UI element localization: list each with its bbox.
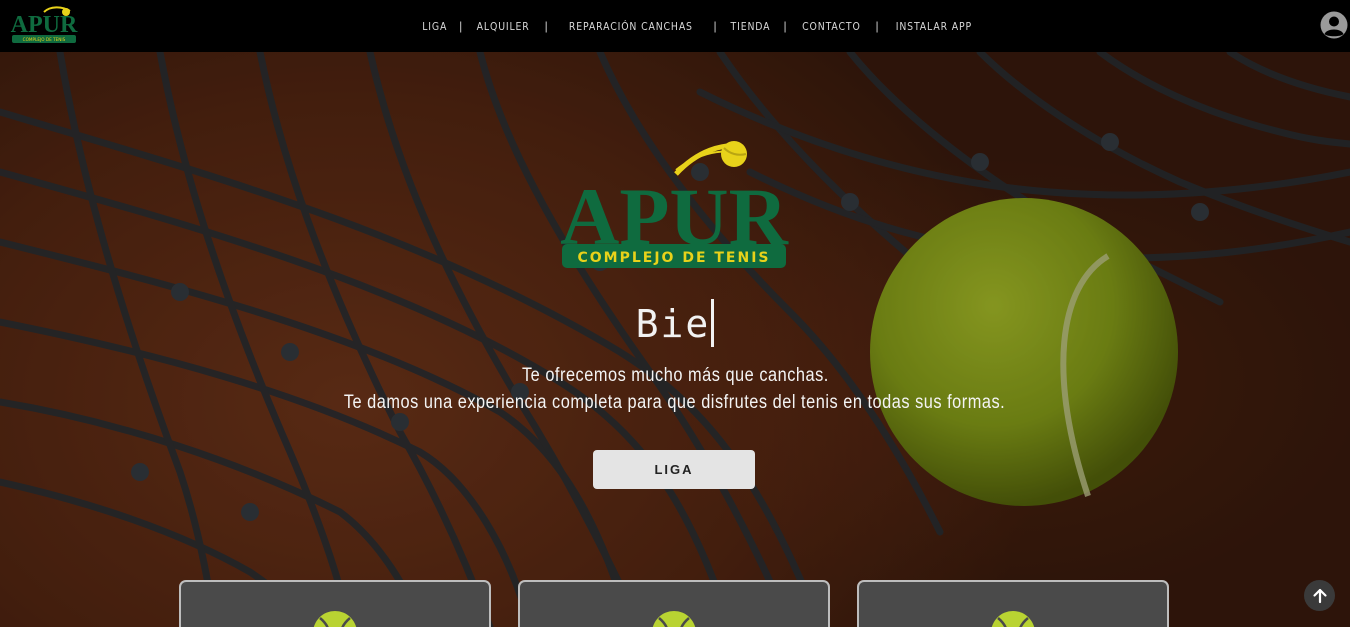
tennis-ball-icon	[652, 611, 696, 627]
hero-section: APUR COMPLEJO DE TENIS Bie Te ofrecemos …	[0, 52, 1350, 627]
nav-item-reparacion-canchas[interactable]: REPARACIÓN CANCHAS	[548, 20, 714, 33]
feature-card[interactable]	[518, 580, 830, 627]
apur-logo-hero: APUR COMPLEJO DE TENIS	[560, 141, 789, 268]
top-navbar: APUR COMPLEJO DE TENIS LIGA | ALQUILER |…	[0, 0, 1350, 52]
typed-heading: Bie	[0, 298, 1350, 351]
tennis-ball-icon	[313, 611, 357, 627]
main-nav: LIGA | ALQUILER | REPARACIÓN CANCHAS | T…	[0, 0, 1350, 52]
feature-card[interactable]	[179, 580, 491, 627]
hero-tagline-2: Te damos una experiencia completa para q…	[344, 392, 1006, 413]
arrow-up-icon	[1312, 588, 1327, 603]
svg-text:COMPLEJO DE TENIS: COMPLEJO DE TENIS	[577, 250, 770, 266]
feature-card[interactable]	[857, 580, 1169, 627]
scroll-to-top-button[interactable]	[1304, 580, 1335, 611]
nav-item-contacto[interactable]: CONTACTO	[787, 20, 876, 33]
liga-button[interactable]: LIGA	[593, 450, 755, 489]
tennis-ball-icon	[991, 611, 1035, 627]
text-cursor	[711, 298, 715, 347]
user-circle-icon[interactable]	[1320, 11, 1348, 39]
nav-item-tienda[interactable]: TIENDA	[717, 20, 784, 33]
nav-item-instalar-app[interactable]: INSTALAR APP	[879, 20, 989, 33]
nav-item-alquiler[interactable]: ALQUILER	[462, 20, 544, 33]
nav-item-liga[interactable]: LIGA	[410, 20, 459, 33]
hero-tagline-1: Te ofrecemos mucho más que canchas.	[521, 365, 829, 386]
